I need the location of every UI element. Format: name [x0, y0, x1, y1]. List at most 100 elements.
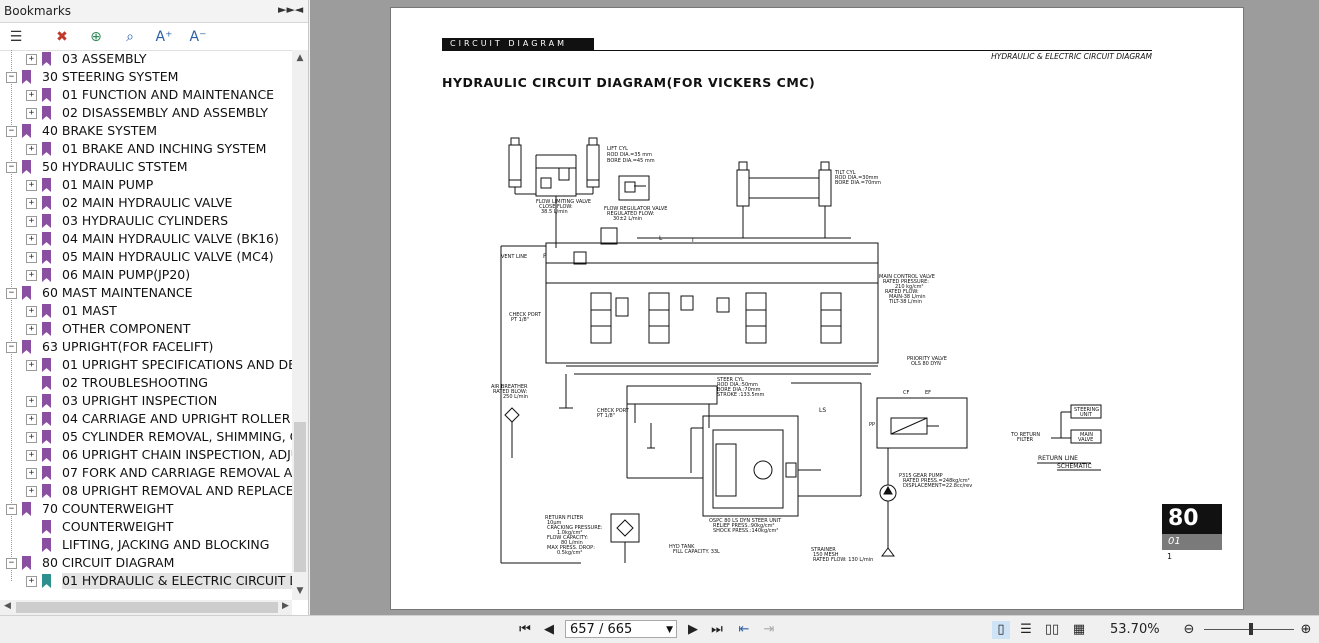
- last-page-button[interactable]: ⏭: [708, 621, 726, 639]
- expand-icon[interactable]: +: [26, 360, 37, 371]
- collapse-icon[interactable]: −: [6, 504, 17, 515]
- bookmark-item[interactable]: − 50 HYDRAULIC STSTEM: [0, 158, 292, 176]
- next-page-button[interactable]: ▶: [684, 621, 702, 639]
- bookmark-item[interactable]: COUNTERWEIGHT: [0, 518, 292, 536]
- bookmark-item[interactable]: +05 MAIN HYDRAULIC VALVE (MC4): [0, 248, 292, 266]
- find-bookmark-icon[interactable]: ⌕: [120, 27, 140, 47]
- page-number: 1: [1167, 552, 1173, 561]
- previous-view-icon[interactable]: ⇤: [735, 621, 753, 639]
- scroll-down-arrow-icon[interactable]: ▼: [292, 586, 308, 596]
- expand-icon[interactable]: +: [26, 576, 37, 587]
- previous-page-button[interactable]: ◀: [540, 621, 558, 639]
- bookmark-item[interactable]: +07 FORK AND CARRIAGE REMOVAL AND: [0, 464, 292, 482]
- panel-options-button[interactable]: ►►: [278, 3, 295, 16]
- two-page-continuous-icon[interactable]: ▦: [1070, 621, 1088, 639]
- next-view-icon[interactable]: ⇥: [760, 621, 778, 639]
- expand-icon[interactable]: +: [26, 486, 37, 497]
- new-bookmark-icon[interactable]: ⊕: [86, 27, 106, 47]
- bookmark-item[interactable]: − 63 UPRIGHT(FOR FACELIFT): [0, 338, 292, 356]
- scroll-right-arrow-icon[interactable]: ▶: [282, 601, 289, 611]
- bookmark-item[interactable]: +01 MAST: [0, 302, 292, 320]
- expand-icon[interactable]: +: [26, 270, 37, 281]
- expand-icon[interactable]: +: [26, 396, 37, 407]
- expand-icon[interactable]: +: [26, 90, 37, 101]
- bookmark-icon: [22, 502, 31, 516]
- increase-text-size-icon[interactable]: A⁺: [154, 27, 174, 47]
- expand-icon[interactable]: +: [26, 468, 37, 479]
- bookmark-item[interactable]: +01 FUNCTION AND MAINTENANCE: [0, 86, 292, 104]
- expand-icon[interactable]: +: [26, 252, 37, 263]
- bookmark-label: 63 UPRIGHT(FOR FACELIFT): [42, 339, 214, 354]
- bookmark-item[interactable]: +08 UPRIGHT REMOVAL AND REPLACEMEI: [0, 482, 292, 500]
- expand-icon[interactable]: +: [26, 54, 37, 65]
- scroll-thumb-horizontal[interactable]: [16, 602, 278, 613]
- bookmark-icon: [42, 106, 51, 120]
- bookmark-item[interactable]: +04 CARRIAGE AND UPRIGHT ROLLER CLE: [0, 410, 292, 428]
- expand-icon[interactable]: +: [26, 108, 37, 119]
- scroll-left-arrow-icon[interactable]: ◀: [4, 601, 11, 611]
- bookmark-item[interactable]: +02 DISASSEMBLY AND ASSEMBLY: [0, 104, 292, 122]
- zoom-slider-knob[interactable]: [1249, 623, 1253, 635]
- page-number-field[interactable]: 657 / 665 ▼: [565, 620, 677, 638]
- options-icon[interactable]: ☰: [6, 27, 26, 47]
- zoom-level[interactable]: 53.70%: [1110, 622, 1160, 637]
- bookmark-item[interactable]: +06 UPRIGHT CHAIN INSPECTION, ADJUS: [0, 446, 292, 464]
- expand-icon[interactable]: +: [26, 234, 37, 245]
- bookmark-item[interactable]: − 30 STEERING SYSTEM: [0, 68, 292, 86]
- collapse-panel-button[interactable]: ◄: [292, 3, 306, 16]
- bookmark-item[interactable]: − 70 COUNTERWEIGHT: [0, 500, 292, 518]
- expand-icon[interactable]: +: [26, 216, 37, 227]
- bookmark-item[interactable]: +01 BRAKE AND INCHING SYSTEM: [0, 140, 292, 158]
- bookmark-item[interactable]: +01 MAIN PUMP: [0, 176, 292, 194]
- bookmark-item[interactable]: +04 MAIN HYDRAULIC VALVE (BK16): [0, 230, 292, 248]
- continuous-icon[interactable]: ☰: [1017, 621, 1035, 639]
- collapse-icon[interactable]: −: [6, 162, 17, 173]
- bookmark-label: LIFTING, JACKING AND BLOCKING: [62, 537, 270, 552]
- decrease-text-size-icon[interactable]: A⁻: [188, 27, 208, 47]
- bookmark-item[interactable]: +05 CYLINDER REMOVAL, SHIMMING, OVE: [0, 428, 292, 446]
- bookmark-label: 01 BRAKE AND INCHING SYSTEM: [62, 141, 267, 156]
- scroll-thumb[interactable]: [294, 422, 306, 572]
- bookmarks-vertical-scrollbar[interactable]: ▲ ▼: [292, 50, 308, 600]
- bookmark-item[interactable]: +01 UPRIGHT SPECIFICATIONS AND DESC: [0, 356, 292, 374]
- bookmark-item[interactable]: LIFTING, JACKING AND BLOCKING: [0, 536, 292, 554]
- single-page-icon[interactable]: ▯: [992, 621, 1010, 639]
- collapse-icon[interactable]: −: [6, 342, 17, 353]
- bookmark-item[interactable]: +03 UPRIGHT INSPECTION: [0, 392, 292, 410]
- bookmark-item[interactable]: +03 HYDRAULIC CYLINDERS: [0, 212, 292, 230]
- expand-icon[interactable]: +: [26, 180, 37, 191]
- bookmark-item[interactable]: +03 ASSEMBLY: [0, 50, 292, 68]
- chevron-down-icon[interactable]: ▼: [666, 621, 673, 639]
- collapse-icon[interactable]: −: [6, 72, 17, 83]
- expand-icon[interactable]: +: [26, 144, 37, 155]
- collapse-icon[interactable]: −: [6, 558, 17, 569]
- scroll-up-arrow-icon[interactable]: ▲: [292, 53, 308, 63]
- flow-regulator-valve: [618, 175, 650, 201]
- collapse-icon[interactable]: −: [6, 126, 17, 137]
- expand-icon[interactable]: +: [26, 414, 37, 425]
- expand-icon[interactable]: +: [26, 432, 37, 443]
- expand-icon[interactable]: +: [26, 324, 37, 335]
- first-page-button[interactable]: ⏮: [516, 621, 534, 639]
- zoom-out-icon[interactable]: ⊖: [1180, 621, 1198, 639]
- bookmark-item[interactable]: +01 HYDRAULIC & ELECTRIC CIRCUIT DIA: [0, 572, 292, 590]
- bookmark-item[interactable]: − 40 BRAKE SYSTEM: [0, 122, 292, 140]
- delete-bookmark-icon[interactable]: ✖: [52, 27, 72, 47]
- bookmark-item[interactable]: +02 MAIN HYDRAULIC VALVE: [0, 194, 292, 212]
- bookmark-item[interactable]: +06 MAIN PUMP(JP20): [0, 266, 292, 284]
- port-pp-label: PP: [869, 422, 875, 428]
- expand-icon[interactable]: +: [26, 198, 37, 209]
- bookmark-item[interactable]: − 80 CIRCUIT DIAGRAM: [0, 554, 292, 572]
- bookmark-item[interactable]: − 60 MAST MAINTENANCE: [0, 284, 292, 302]
- bookmarks-horizontal-scrollbar[interactable]: ◀ ▶: [0, 600, 292, 615]
- collapse-icon[interactable]: −: [6, 288, 17, 299]
- bookmark-item[interactable]: + OTHER COMPONENT: [0, 320, 292, 338]
- expand-icon[interactable]: +: [26, 450, 37, 461]
- document-view[interactable]: CIRCUIT DIAGRAM HYDRAULIC & ELECTRIC CIR…: [310, 0, 1319, 615]
- two-page-icon[interactable]: ▯▯: [1043, 621, 1061, 639]
- port-ef-label: EF: [925, 390, 931, 396]
- expand-icon[interactable]: +: [26, 306, 37, 317]
- port-ls-label: LS: [819, 407, 826, 414]
- bookmark-item[interactable]: 02 TROUBLESHOOTING: [0, 374, 292, 392]
- zoom-in-icon[interactable]: ⊕: [1297, 621, 1315, 639]
